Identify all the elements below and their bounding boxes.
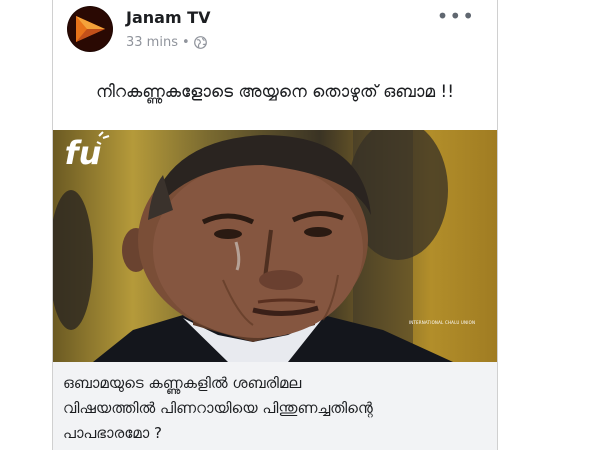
watermark-text: INTERNATIONAL CHALU UNION xyxy=(408,320,476,325)
page-avatar[interactable] xyxy=(67,6,113,52)
page-name[interactable]: Janam TV xyxy=(126,8,210,27)
person-photo-image xyxy=(53,130,453,362)
link-title-line: വിഷയത്തിൽ പിണറായിയെ പിന്തുണച്ചതിന്റെ xyxy=(63,399,373,417)
post-meta: 33 mins • xyxy=(126,35,207,50)
globe-icon xyxy=(193,36,207,49)
link-title-line: പാപഭാരമോ ? xyxy=(63,424,162,442)
meta-separator: • xyxy=(181,35,190,50)
avatar-logo-icon xyxy=(68,7,112,51)
link-title-line: ഒബാമയുടെ കണ്ണുകളിൽ ശബരിമല xyxy=(63,374,302,392)
link-preview[interactable]: ഒബാമയുടെ കണ്ണുകളിൽ ശബരിമല വിഷയത്തിൽ പിണറ… xyxy=(53,362,497,450)
watermark-logo-text: fu xyxy=(65,134,102,172)
post-caption: നിറകണ്ണുകളോടെ അയ്യനെ തൊഴുത് ഒബാമ !! xyxy=(53,66,497,130)
post-photo[interactable]: fu INTERNATIONAL CHALU UNION xyxy=(53,130,497,362)
facebook-post-card: Janam TV 33 mins • ••• നിറകണ്ണുകളോടെ അയ്… xyxy=(52,0,498,450)
more-options-icon[interactable]: ••• xyxy=(437,4,475,28)
post-time[interactable]: 33 mins xyxy=(126,35,178,50)
caption-text: നിറകണ്ണുകളോടെ അയ്യനെ തൊഴുത് ഒബാമ !! xyxy=(95,82,455,102)
watermark-logo-icon: fu xyxy=(65,131,110,172)
post-header: Janam TV 33 mins • ••• xyxy=(53,0,497,66)
